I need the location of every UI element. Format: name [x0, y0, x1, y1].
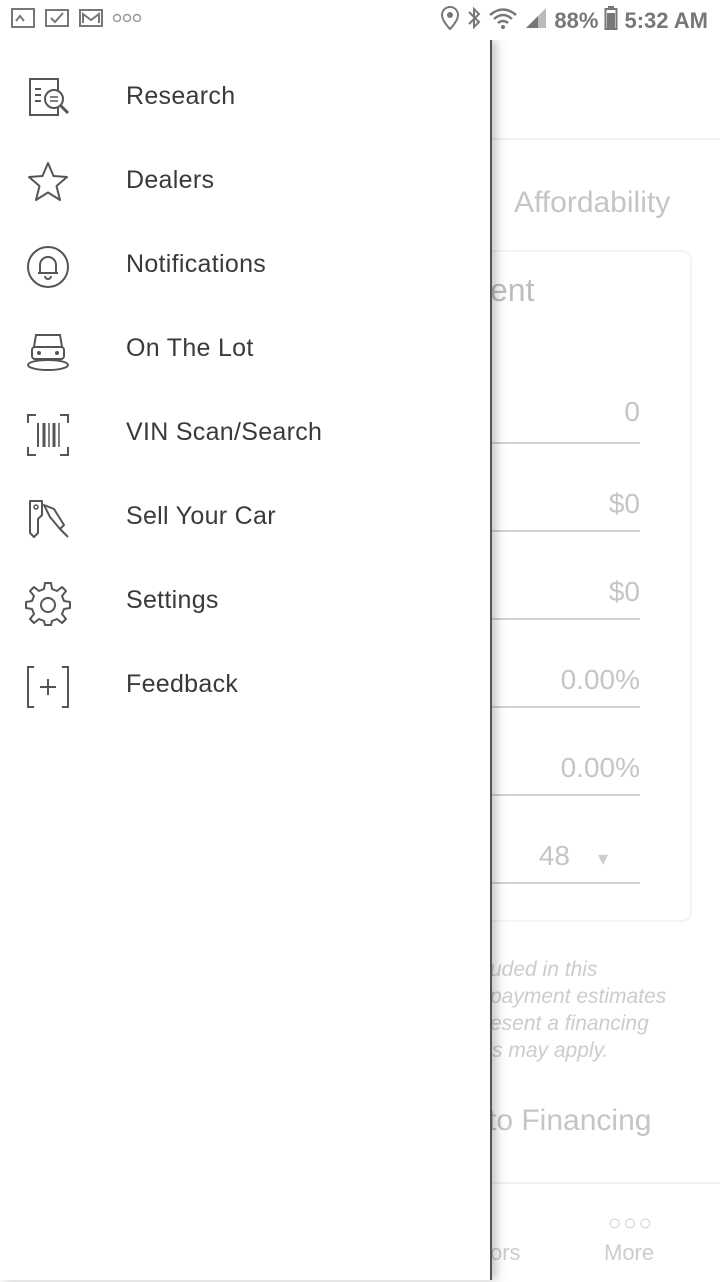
bell-icon: [24, 243, 72, 291]
feedback-icon: [24, 663, 72, 711]
field-underline: [490, 706, 640, 708]
menu-item-notifications[interactable]: Notifications: [0, 225, 490, 309]
more-icon[interactable]: ○○○: [608, 1210, 654, 1236]
battery-percent: 88%: [554, 8, 599, 33]
bottom-nav-more[interactable]: More: [604, 1240, 654, 1266]
menu-item-label: Sell Your Car: [126, 502, 276, 530]
menu-item-settings[interactable]: Settings: [0, 561, 490, 645]
task-notification-icon: [44, 7, 70, 29]
battery-icon: [604, 5, 618, 37]
disclaimer-line: esent a financing: [490, 1012, 649, 1035]
menu-item-label: Notifications: [126, 250, 267, 278]
status-bar: 88% 5:32 AM: [0, 0, 720, 40]
field-underline: [490, 530, 640, 532]
signal-icon: [524, 6, 548, 36]
menu-item-feedback[interactable]: Feedback: [0, 645, 490, 729]
menu-item-label: Research: [126, 82, 236, 110]
card-title: ent: [490, 272, 535, 308]
field-underline: [490, 794, 640, 796]
key-icon: [24, 495, 72, 543]
wifi-icon: [488, 6, 518, 36]
navigation-drawer: Research Dealers Notifications On The Lo…: [0, 40, 492, 1280]
disclaimer: uded in this payment estimates esent a f…: [470, 956, 710, 1064]
field-underline: [490, 442, 640, 444]
chevron-down-icon[interactable]: ▾: [598, 846, 608, 871]
star-icon: [24, 159, 72, 207]
mail-notification-icon: [78, 7, 104, 29]
disclaimer-line: uded in this: [490, 958, 598, 981]
interest-rate-field-value[interactable]: 0.00%: [480, 664, 640, 696]
menu-item-label: Dealers: [126, 166, 215, 194]
car-icon: [24, 327, 72, 375]
gallery-notification-icon: [10, 7, 36, 29]
down-payment-field-value[interactable]: $0: [480, 488, 640, 520]
disclaimer-line: s may apply.: [492, 1039, 609, 1062]
menu-item-sell-your-car[interactable]: Sell Your Car: [0, 477, 490, 561]
menu-item-vin-scan[interactable]: VIN Scan/Search: [0, 393, 490, 477]
menu-item-label: On The Lot: [126, 334, 254, 362]
barcode-icon: [24, 411, 72, 459]
menu-item-label: Settings: [126, 586, 219, 614]
research-icon: [24, 75, 72, 123]
price-field-value[interactable]: 0: [480, 396, 640, 428]
menu-item-dealers[interactable]: Dealers: [0, 141, 490, 225]
more-notifications-icon: [112, 7, 142, 29]
menu-item-label: Feedback: [126, 670, 239, 698]
financing-link[interactable]: to Financing: [488, 1104, 651, 1138]
clock-time: 5:32 AM: [624, 8, 708, 33]
bottom-nav-item-fragment[interactable]: ors: [490, 1240, 521, 1266]
menu-item-research[interactable]: Research: [0, 57, 490, 141]
field-underline: [490, 882, 640, 884]
trade-in-field-value[interactable]: $0: [480, 576, 640, 608]
field-underline: [490, 618, 640, 620]
tab-affordability[interactable]: Affordability: [514, 186, 670, 220]
gear-icon: [24, 579, 72, 627]
bluetooth-icon: [466, 5, 482, 37]
menu-item-label: VIN Scan/Search: [126, 418, 323, 446]
tax-rate-field-value[interactable]: 0.00%: [480, 752, 640, 784]
location-icon: [440, 5, 460, 37]
menu-item-on-the-lot[interactable]: On The Lot: [0, 309, 490, 393]
disclaimer-line: payment estimates: [490, 985, 667, 1008]
